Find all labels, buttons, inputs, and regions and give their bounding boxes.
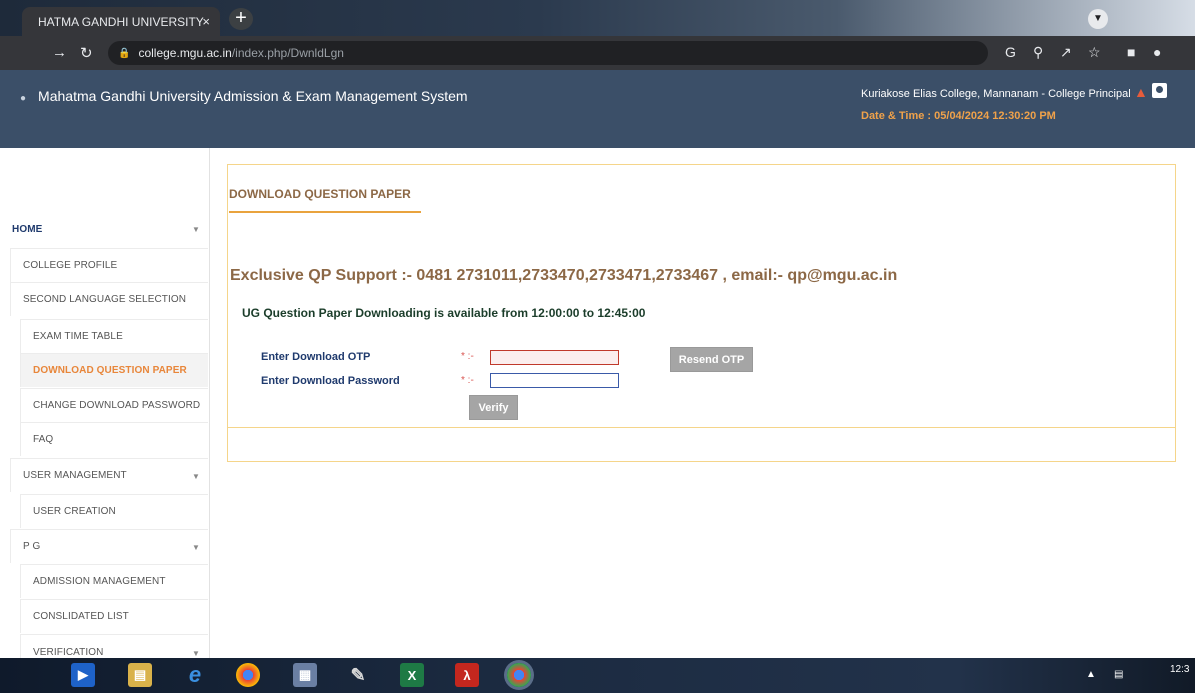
key-icon[interactable]: ⚲ [1033,44,1043,61]
app-header: ● Mahatma Gandhi University Admission & E… [0,70,1195,148]
password-required-marker: * :- [461,375,474,386]
taskbar: ▶ ▤ e ▦ ✎ X λ ▲ ▤ 12:3 [0,658,1195,693]
sidebar-item-label: P G [23,541,41,552]
sidebar-item-label: HOME [12,223,43,235]
sidebar-item-label: SECOND LANGUAGE SELECTION [23,294,187,305]
app-title-text: Mahatma Gandhi University Admission & Ex… [38,88,468,104]
address-bar: → ↻ 🔒 college.mgu.ac.in/index.php/DwnldL… [0,36,1195,70]
sidebar-item-user-management[interactable]: USER MANAGEMENT ▼ [10,458,208,492]
sidebar-item-label: USER CREATION [33,506,116,517]
panel-divider [228,427,1175,428]
sidebar-item-verification[interactable]: VERIFICATION ▼ [20,634,208,658]
lock-icon: 🔒 [118,47,131,59]
sidebar-item-admission-management[interactable]: ADMISSION MANAGEMENT [20,564,208,598]
tab-search-icon[interactable]: ▼ [1088,9,1108,29]
google-icon[interactable]: G [1005,44,1016,60]
tray-expand-icon[interactable]: ▲ [1086,669,1096,680]
url-host: college.mgu.ac.in [138,46,232,60]
page-title: DOWNLOAD QUESTION PAPER [229,187,421,213]
sidebar-item-change-download-password[interactable]: CHANGE DOWNLOAD PASSWORD [20,388,208,422]
download-availability-notice: UG Question Paper Downloading is availab… [242,306,646,320]
profile-avatar-icon[interactable]: ● [1153,44,1161,60]
browser-tab-bar: HATMA GANDHI UNIVERSITY × + ▼ [0,0,1195,36]
sidebar-item-pg[interactable]: P G ▼ [10,529,208,563]
url-path: /index.php/DwnldLgn [231,46,344,60]
side-panel-icon[interactable]: ■ [1127,44,1135,60]
sidebar-item-exam-time-table[interactable]: EXAM TIME TABLE [20,319,208,353]
paint-icon[interactable]: ✎ [346,663,370,687]
app-title: ● Mahatma Gandhi University Admission & E… [20,88,468,104]
home-icon[interactable]: ▲ [1134,84,1148,100]
bullet-icon: ● [20,93,27,104]
calculator-icon[interactable]: ▦ [293,663,317,687]
tab-close-icon[interactable]: × [202,14,210,29]
sidebar-item-label: USER MANAGEMENT [23,470,127,481]
share-icon[interactable]: ↗ [1060,44,1072,61]
reload-icon[interactable]: ↻ [80,44,93,62]
url-field[interactable]: 🔒 college.mgu.ac.in/index.php/DwnldLgn [108,41,988,65]
sidebar-item-label: FAQ [33,434,54,445]
sidebar-item-label: DOWNLOAD QUESTION PAPER [33,365,187,376]
new-tab-button[interactable]: + [229,8,253,30]
caret-down-icon: ▼ [191,472,200,481]
sidebar-item-user-creation[interactable]: USER CREATION [20,494,208,528]
sidebar-item-label: CHANGE DOWNLOAD PASSWORD [33,400,201,411]
download-question-paper-panel: DOWNLOAD QUESTION PAPER Exclusive QP Sup… [227,164,1176,462]
sidebar-item-label: ADMISSION MANAGEMENT [33,576,166,587]
sidebar-item-consolidated-list[interactable]: CONSLIDATED LIST [20,599,208,633]
sidebar-item-label: CONSLIDATED LIST [33,611,129,622]
caret-down-icon: ▼ [191,649,200,658]
resend-otp-button[interactable]: Resend OTP [670,347,753,372]
date-time: Date & Time : 05/04/2024 12:30:20 PM [861,110,1056,122]
media-player-icon[interactable]: ▶ [71,663,95,687]
password-label: Enter Download Password [261,375,400,387]
user-icon[interactable] [1152,83,1167,98]
qp-support-info: Exclusive QP Support :- 0481 2731011,273… [230,267,898,284]
acrobat-icon[interactable]: λ [455,663,479,687]
sidebar-item-label: VERIFICATION [33,647,104,658]
otp-required-marker: * :- [461,351,474,362]
chrome-icon[interactable] [236,663,260,687]
verify-button[interactable]: Verify [469,395,518,420]
network-icon[interactable]: ▤ [1114,669,1123,680]
forward-icon[interactable]: → [52,44,67,61]
sidebar-item-faq[interactable]: FAQ [20,422,208,456]
browser-tab[interactable]: HATMA GANDHI UNIVERSITY × [22,7,220,36]
sidebar-menu: HOME ▼ COLLEGE PROFILE SECOND LANGUAGE S… [0,148,210,658]
otp-input[interactable] [490,350,619,365]
sidebar-item-college-profile[interactable]: COLLEGE PROFILE [10,248,208,282]
sidebar-item-home[interactable]: HOME ▼ [0,212,208,246]
chrome-active-icon[interactable] [507,663,531,687]
password-input[interactable] [490,373,619,388]
sidebar-item-label: COLLEGE PROFILE [23,260,118,271]
excel-icon[interactable]: X [400,663,424,687]
clock[interactable]: 12:3 [1170,664,1189,675]
internet-explorer-icon[interactable]: e [183,662,207,687]
caret-down-icon: ▼ [191,225,200,234]
otp-label: Enter Download OTP [261,351,371,363]
sidebar-item-label: EXAM TIME TABLE [33,331,123,342]
bookmark-star-icon[interactable]: ☆ [1088,44,1101,61]
college-info: Kuriakose Elias College, Mannanam - Coll… [861,88,1131,100]
sidebar-item-second-language[interactable]: SECOND LANGUAGE SELECTION [10,282,208,316]
caret-down-icon: ▼ [191,543,200,552]
tab-title: HATMA GANDHI UNIVERSITY [38,14,204,29]
sidebar-item-download-question-paper[interactable]: DOWNLOAD QUESTION PAPER [20,353,208,387]
file-explorer-icon[interactable]: ▤ [128,663,152,687]
